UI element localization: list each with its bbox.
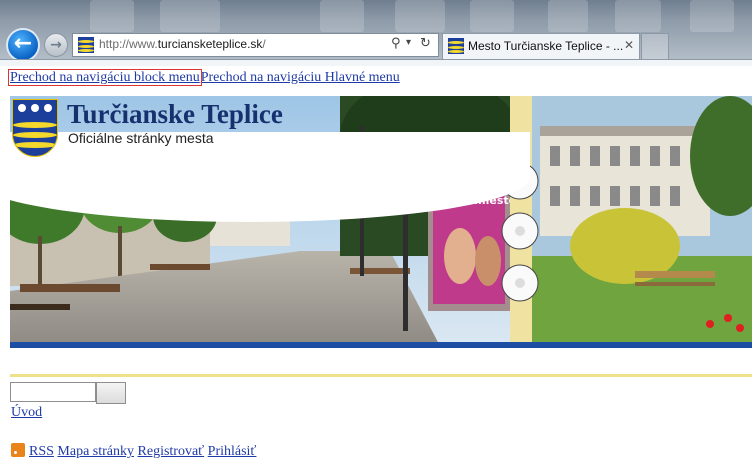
site-header-banner: Vaše miesto oddychu! Turčianske Teplice … — [10, 96, 752, 348]
rss-icon[interactable] — [11, 443, 25, 457]
skip-link-block-menu[interactable]: Prechod na navigáciu block menu — [8, 69, 202, 86]
site-title[interactable]: Turčianske Teplice — [67, 99, 283, 130]
background-blur — [320, 0, 364, 32]
search-button[interactable] — [96, 382, 126, 404]
login-link[interactable]: Prihlásiť — [208, 444, 257, 459]
background-blur — [615, 0, 661, 32]
close-icon[interactable]: ✕ — [624, 38, 634, 52]
skip-links: Prechod na navigáciu block menuPrechod n… — [8, 69, 400, 86]
register-link[interactable]: Registrovať — [138, 444, 205, 459]
background-blur — [548, 0, 588, 32]
url-prefix: http://www. — [99, 37, 158, 51]
chevron-down-icon[interactable]: ▾ — [406, 37, 411, 48]
coat-of-arms-logo[interactable] — [12, 99, 58, 157]
header-divider — [10, 374, 752, 377]
address-bar[interactable]: http://www.turciansketeplice.sk/ ⚲ ▾ ↻ — [72, 33, 439, 57]
search-input[interactable] — [10, 382, 96, 402]
site-subtitle: Oficiálne stránky mesta — [68, 130, 214, 146]
search-icon[interactable]: ⚲ — [391, 36, 401, 51]
forward-button[interactable]: → — [44, 33, 68, 57]
back-button[interactable]: ← — [6, 28, 40, 62]
url-domain: turciansketeplice.sk — [157, 37, 263, 51]
refresh-icon[interactable]: ↻ — [420, 36, 431, 51]
skip-link-main-menu[interactable]: Prechod na navigáciu Hlavné menu — [201, 70, 400, 85]
new-tab-button[interactable] — [641, 33, 669, 59]
site-favicon-icon — [448, 38, 464, 54]
site-favicon-icon — [78, 37, 94, 53]
utility-links: RSS Mapa stránky Registrovať Prihlásiť — [11, 443, 256, 460]
nav-link-home[interactable]: Úvod — [11, 405, 42, 421]
url-suffix: / — [262, 37, 266, 51]
tab-title: Mesto Turčianske Teplice - ... — [468, 39, 624, 53]
browser-toolbar: ← → http://www.turciansketeplice.sk/ ⚲ ▾… — [0, 0, 752, 66]
background-blur — [160, 0, 220, 32]
background-blur — [395, 0, 445, 32]
toolbar-divider — [0, 59, 752, 66]
header-blue-band — [10, 342, 752, 348]
background-blur — [470, 0, 514, 32]
rss-link[interactable]: RSS — [29, 444, 54, 459]
sitemap-link[interactable]: Mapa stránky — [57, 444, 134, 459]
address-url: http://www.turciansketeplice.sk/ — [99, 37, 266, 51]
background-blur — [690, 0, 734, 32]
background-blur — [90, 0, 134, 32]
browser-tab[interactable]: Mesto Turčianske Teplice - ... ✕ — [442, 33, 640, 59]
